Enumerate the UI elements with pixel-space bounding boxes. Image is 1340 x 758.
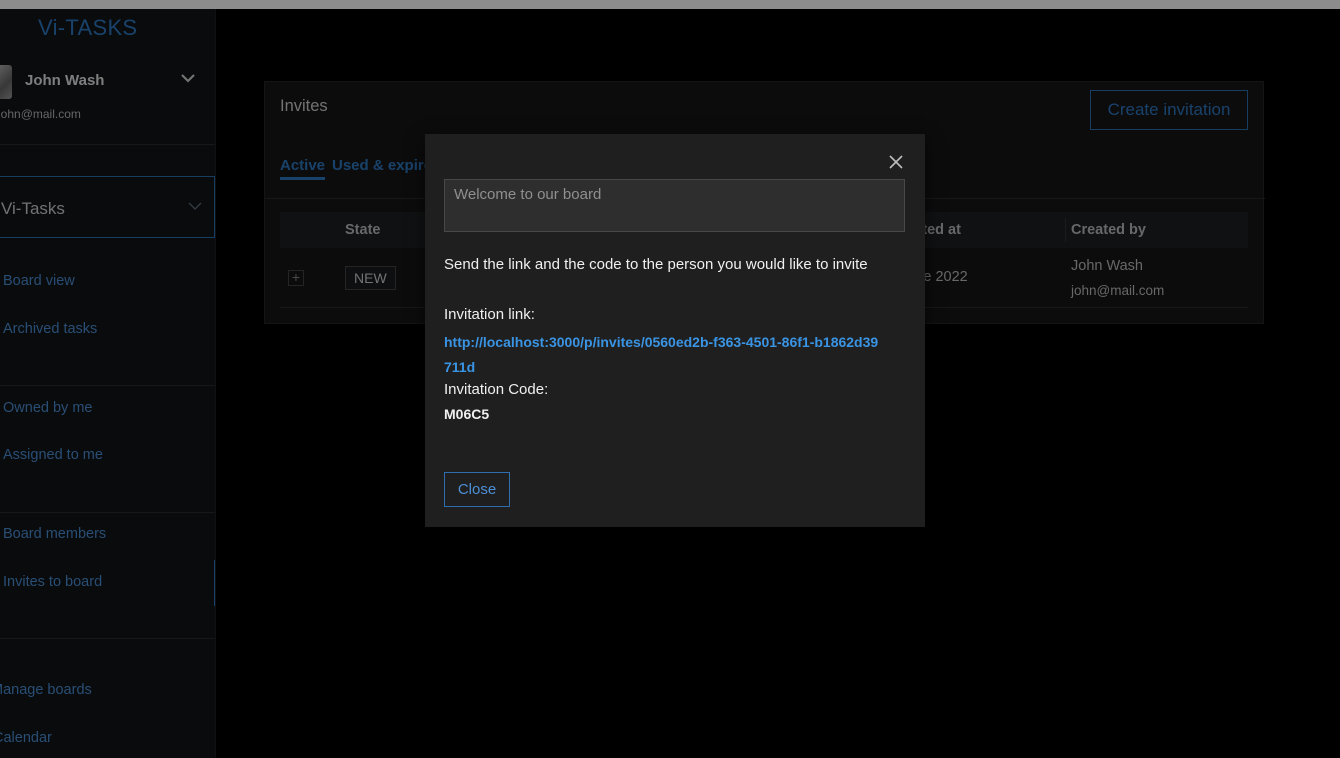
- invitation-modal: Send the link and the code to the person…: [425, 134, 925, 527]
- invitation-code-label: Invitation Code:: [444, 381, 549, 398]
- invitation-link-label: Invitation link:: [444, 306, 535, 323]
- invitation-link[interactable]: http://localhost:3000/p/invites/0560ed2b…: [444, 330, 884, 380]
- close-button[interactable]: Close: [444, 472, 510, 507]
- invitation-code: M06C5: [444, 406, 490, 422]
- close-icon[interactable]: [887, 153, 905, 171]
- invitation-message-input[interactable]: [444, 179, 905, 232]
- invitation-instruction: Send the link and the code to the person…: [444, 256, 868, 273]
